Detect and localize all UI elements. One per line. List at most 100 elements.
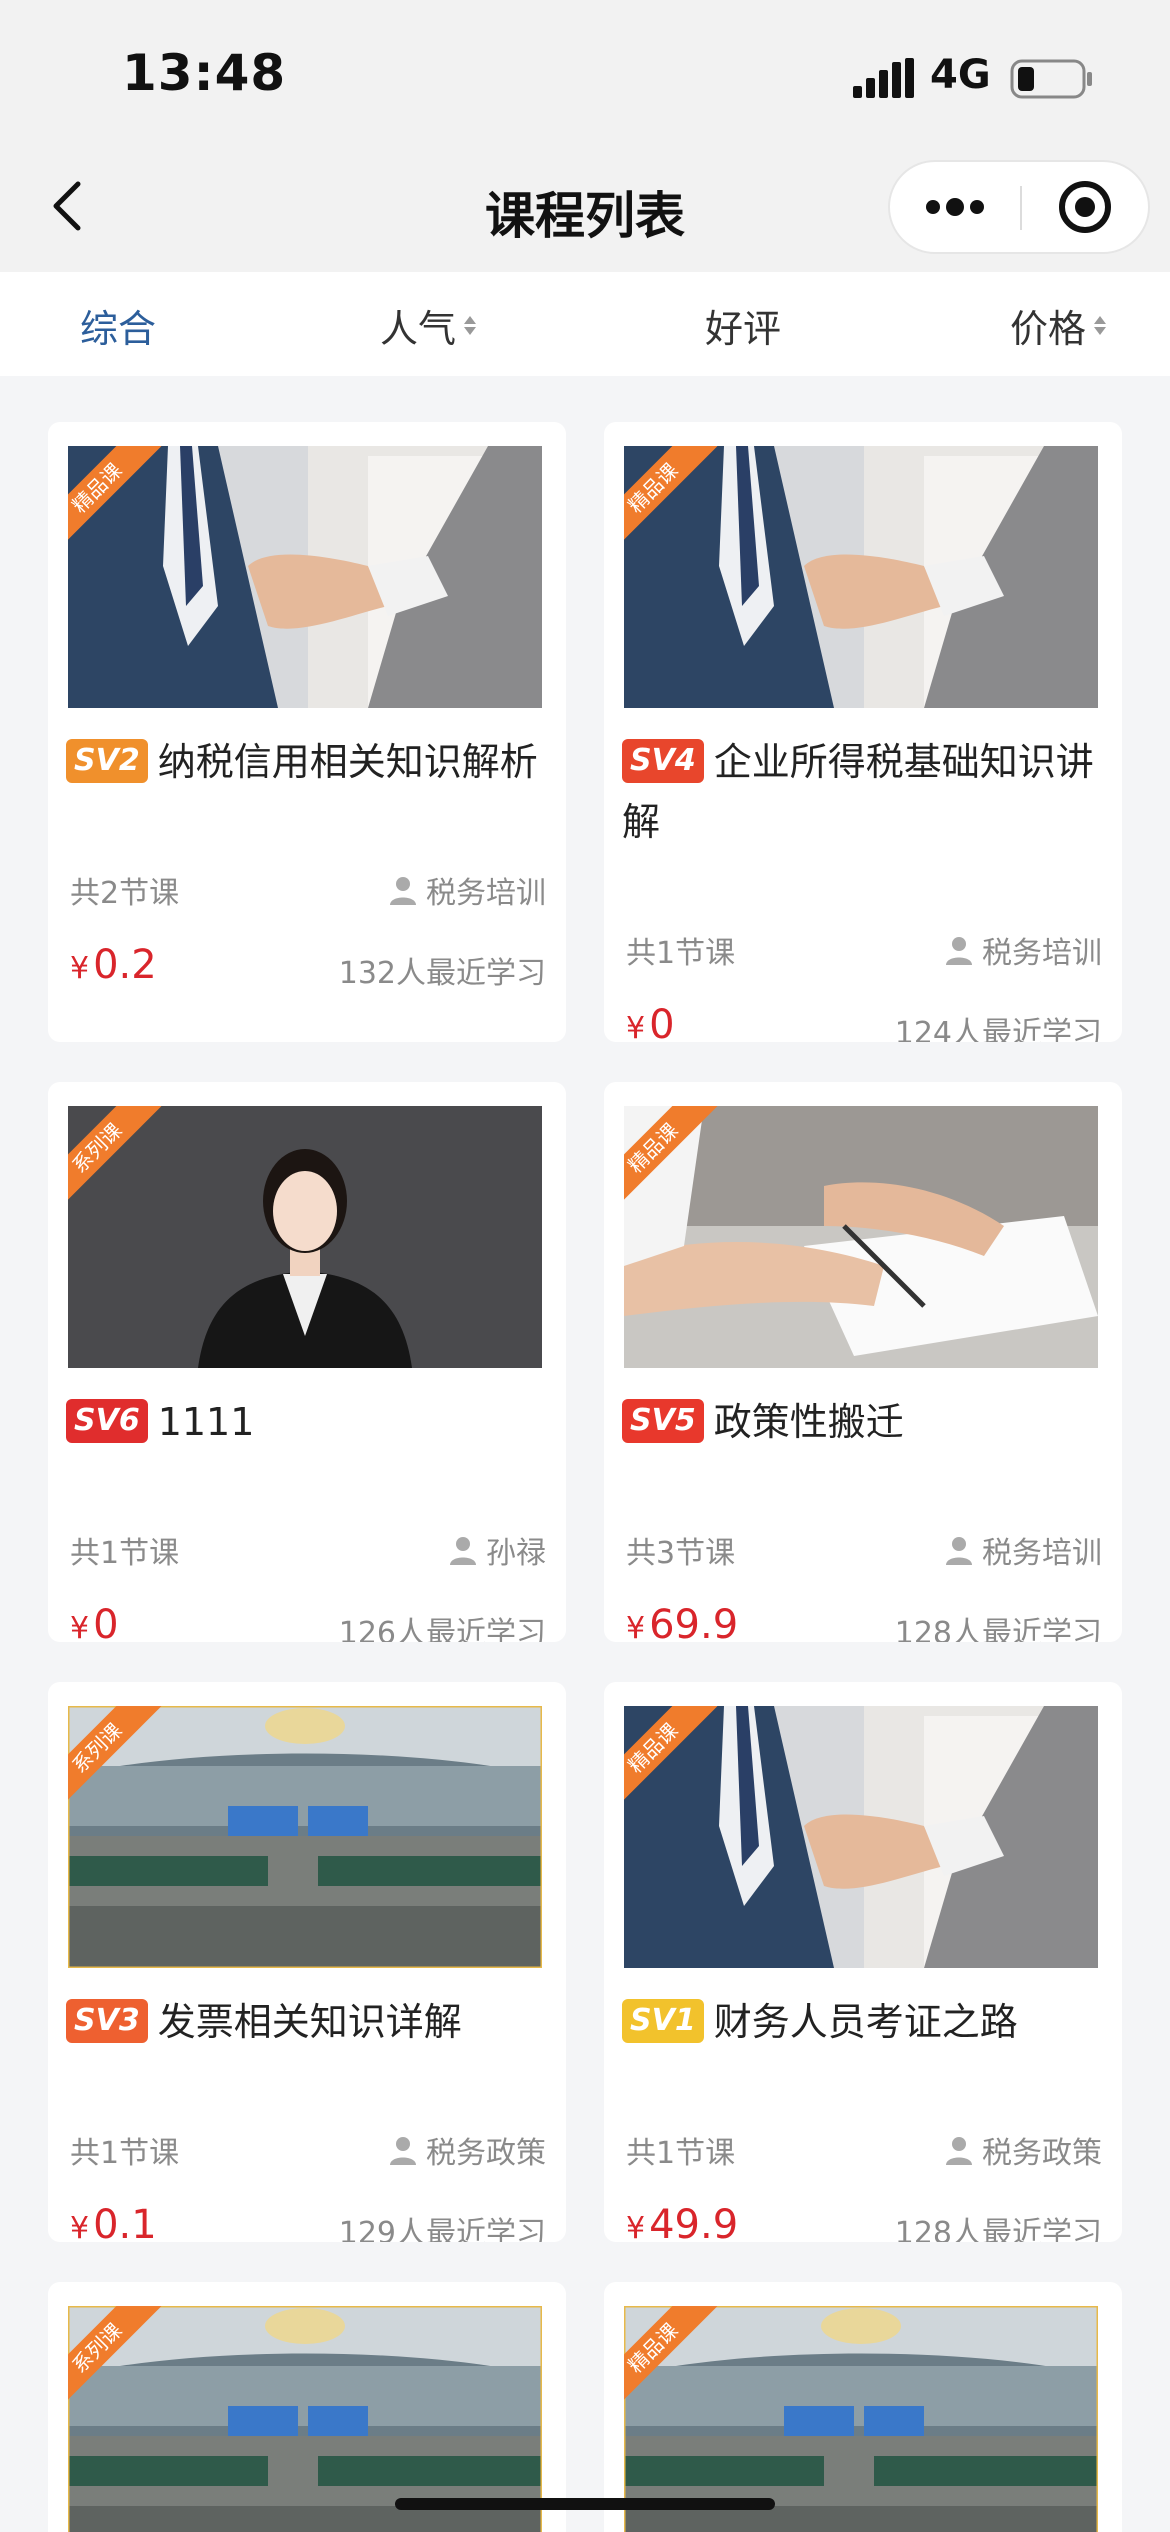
sv-badge: SV1 bbox=[622, 1998, 704, 2043]
tab-price[interactable]: 价格 bbox=[1010, 298, 1107, 353]
tab-label: 价格 bbox=[1010, 307, 1087, 351]
currency-symbol: ¥ bbox=[70, 1611, 90, 1642]
conference-image bbox=[68, 1706, 542, 1968]
price-value: 0 bbox=[93, 1602, 119, 1642]
target-close-icon bbox=[1059, 181, 1111, 233]
signal-icon bbox=[853, 58, 914, 98]
sv-badge: SV3 bbox=[66, 1998, 148, 2043]
price: ¥0 bbox=[626, 1002, 675, 1042]
tab-comprehensive[interactable]: 综合 bbox=[80, 298, 156, 353]
price: ¥69.9 bbox=[626, 1602, 738, 1642]
learner-count: 129人最近学习 bbox=[338, 2216, 546, 2242]
close-button[interactable] bbox=[1022, 162, 1148, 252]
person-icon bbox=[946, 937, 972, 965]
course-thumbnail: 系列课 bbox=[68, 1706, 542, 1968]
course-card[interactable]: 精品课 SV4 企业所得税基础知识讲解 共1节课 税务培训 ¥0 124人最近学习 bbox=[604, 422, 1122, 1042]
handshake-image bbox=[624, 446, 1098, 708]
course-title-text: 纳税信用相关知识解析 bbox=[157, 740, 538, 784]
nav-bar: 课程列表 bbox=[0, 140, 1170, 272]
currency-symbol: ¥ bbox=[626, 1011, 646, 1042]
portrait-image bbox=[68, 1106, 542, 1368]
teacher: 税务政策 bbox=[388, 2128, 546, 2172]
price: ¥0.2 bbox=[70, 942, 157, 988]
lesson-count: 共1节课 bbox=[626, 2136, 736, 2171]
course-thumbnail: 精品课 bbox=[624, 1706, 1098, 1968]
teacher: 税务培训 bbox=[944, 928, 1102, 972]
course-title: SV5 政策性搬迁 bbox=[622, 1392, 1108, 1452]
price: ¥0 bbox=[70, 1602, 119, 1642]
sort-bar: 综合 人气 好评 价格 bbox=[0, 272, 1170, 376]
lesson-count: 共1节课 bbox=[70, 1536, 180, 1571]
more-button[interactable] bbox=[890, 162, 1020, 252]
course-card[interactable]: 精品课 SV5 政策性搬迁 共3节课 税务培训 ¥69.9 128人最近学习 bbox=[604, 1082, 1122, 1642]
lesson-count: 共2节课 bbox=[70, 876, 180, 911]
home-indicator bbox=[395, 2498, 775, 2510]
teacher: 税务培训 bbox=[388, 868, 546, 912]
course-card[interactable]: 系列课 SV6 1111 共1节课 孙禄 ¥0 126人最近学习 bbox=[48, 1082, 566, 1642]
tab-popularity[interactable]: 人气 bbox=[380, 298, 477, 353]
network-label: 4G bbox=[930, 52, 991, 98]
learner-count: 132人最近学习 bbox=[338, 956, 546, 991]
lesson-count: 共1节课 bbox=[626, 936, 736, 971]
price: ¥49.9 bbox=[626, 2202, 738, 2242]
person-icon bbox=[450, 1537, 476, 1565]
course-title-text: 发票相关知识详解 bbox=[157, 2000, 462, 2044]
currency-symbol: ¥ bbox=[626, 2211, 646, 2242]
teacher: 孙禄 bbox=[448, 1528, 546, 1572]
learner-count: 128人最近学习 bbox=[894, 2216, 1102, 2242]
course-thumbnail: 系列课 bbox=[68, 1106, 542, 1368]
person-icon bbox=[946, 2137, 972, 2165]
course-thumbnail: 精品课 bbox=[68, 446, 542, 708]
course-thumbnail: 精品课 bbox=[624, 1106, 1098, 1368]
person-icon bbox=[390, 2137, 416, 2165]
course-card[interactable]: 精品课 SV1 财务人员考证之路 共1节课 税务政策 ¥49.9 128人最近学习 bbox=[604, 1682, 1122, 2242]
person-icon bbox=[946, 1537, 972, 1565]
teacher-name: 税务培训 bbox=[982, 1536, 1102, 1571]
person-icon bbox=[390, 877, 416, 905]
course-card[interactable]: 精品课 bbox=[604, 2282, 1122, 2532]
teacher: 税务培训 bbox=[944, 1528, 1102, 1572]
currency-symbol: ¥ bbox=[70, 2211, 90, 2242]
sort-arrows-icon bbox=[464, 316, 477, 335]
battery-icon bbox=[1010, 59, 1092, 99]
price-value: 69.9 bbox=[649, 1602, 739, 1642]
course-title: SV3 发票相关知识详解 bbox=[66, 1992, 552, 2052]
writing-image bbox=[624, 1106, 1098, 1368]
learner-count: 126人最近学习 bbox=[338, 1616, 546, 1642]
teacher-name: 孙禄 bbox=[486, 1536, 546, 1571]
course-card[interactable]: 精品课 SV2 纳税信用相关知识解析 共2节课 税务培训 ¥0.2 132人最近学… bbox=[48, 422, 566, 1042]
tab-label: 综合 bbox=[80, 307, 157, 351]
status-bar: 13:48 4G bbox=[0, 0, 1170, 140]
price-value: 0.2 bbox=[93, 942, 157, 988]
currency-symbol: ¥ bbox=[70, 951, 90, 986]
lesson-count: 共3节课 bbox=[626, 1536, 736, 1571]
tab-rating[interactable]: 好评 bbox=[705, 298, 781, 353]
course-title-text: 政策性搬迁 bbox=[713, 1400, 904, 1444]
sv-badge: SV5 bbox=[622, 1398, 704, 1443]
course-title: SV2 纳税信用相关知识解析 bbox=[66, 732, 552, 792]
price-value: 49.9 bbox=[649, 2202, 739, 2242]
teacher: 税务政策 bbox=[944, 2128, 1102, 2172]
course-thumbnail: 精品课 bbox=[624, 446, 1098, 708]
learner-count: 124人最近学习 bbox=[894, 1016, 1102, 1042]
course-title: SV6 1111 bbox=[66, 1392, 552, 1452]
tab-label: 好评 bbox=[705, 307, 782, 351]
sv-badge: SV6 bbox=[66, 1398, 148, 1443]
teacher-name: 税务政策 bbox=[426, 2136, 546, 2171]
course-title-text: 财务人员考证之路 bbox=[713, 2000, 1018, 2044]
price: ¥0.1 bbox=[70, 2202, 157, 2242]
price-value: 0 bbox=[649, 1002, 675, 1042]
teacher-name: 税务培训 bbox=[982, 936, 1102, 971]
more-icon bbox=[926, 198, 984, 216]
currency-symbol: ¥ bbox=[626, 1611, 646, 1642]
mini-program-capsule bbox=[888, 160, 1150, 254]
course-card[interactable]: 系列课 bbox=[48, 2282, 566, 2532]
course-title: SV1 财务人员考证之路 bbox=[622, 1992, 1108, 2052]
course-grid: 精品课 SV2 纳税信用相关知识解析 共2节课 税务培训 ¥0.2 132人最近学… bbox=[0, 376, 1170, 2532]
learner-count: 128人最近学习 bbox=[894, 1616, 1102, 1642]
status-time: 13:48 bbox=[122, 44, 287, 102]
price-value: 0.1 bbox=[93, 2202, 157, 2242]
course-card[interactable]: 系列课 SV3 发票相关知识详解 共1节课 税务政策 ¥0.1 129人最近学习 bbox=[48, 1682, 566, 2242]
handshake-image bbox=[624, 1706, 1098, 1968]
teacher-name: 税务培训 bbox=[426, 876, 546, 911]
